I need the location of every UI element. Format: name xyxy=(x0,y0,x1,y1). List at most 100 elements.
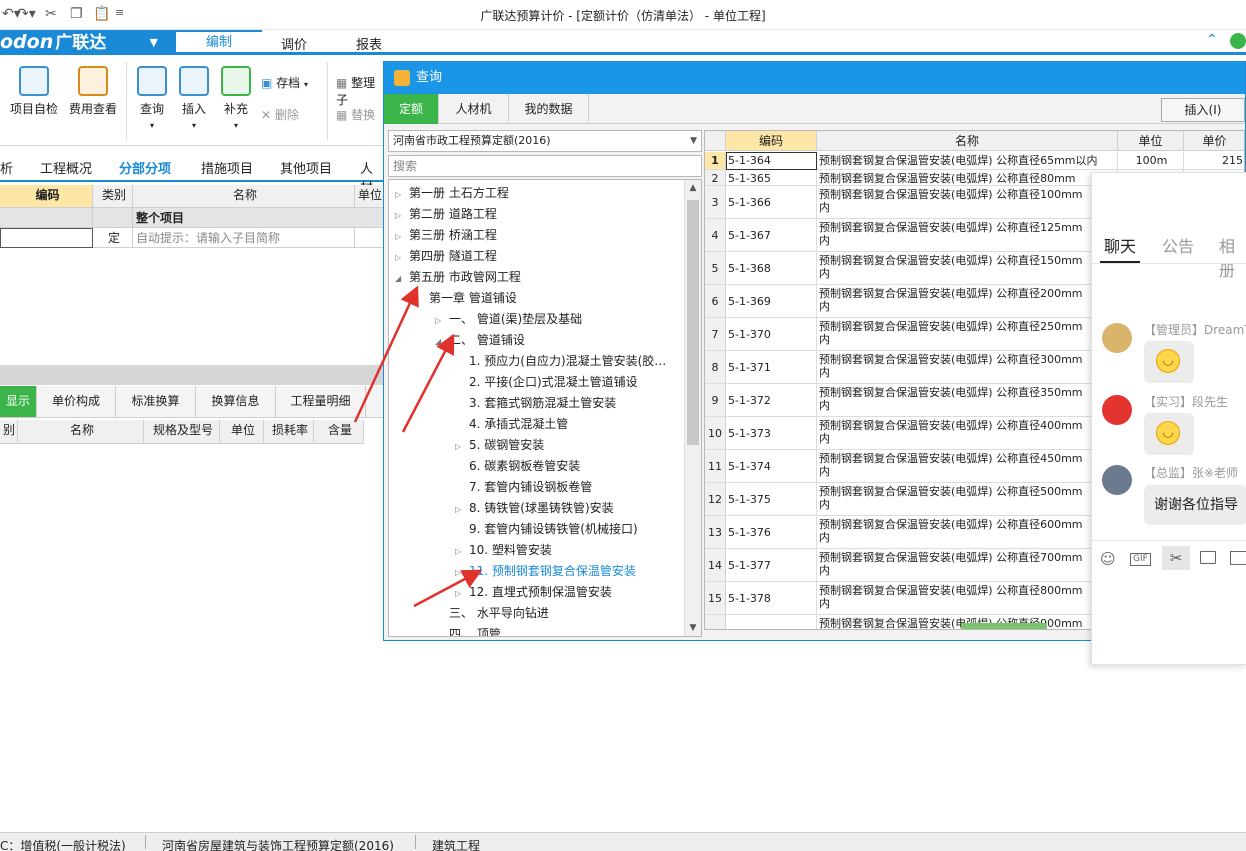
quota-name-cell[interactable]: 预制钢套钢复合保温管安装(电弧焊) 公称直径300mm 内 xyxy=(817,351,1118,384)
chat-tab-album[interactable]: 相册 xyxy=(1219,233,1246,281)
row-number[interactable]: 14 xyxy=(705,549,726,582)
tree-node[interactable]: ◢ 二、 管道铺设 xyxy=(435,331,525,348)
online-status-icon[interactable] xyxy=(1230,33,1246,49)
tree-node[interactable]: ◢ 第五册 市政管网工程 xyxy=(395,268,521,285)
grid-header-unit[interactable]: 单位 xyxy=(355,185,385,208)
code-input[interactable] xyxy=(0,228,93,248)
expand-triangle-icon[interactable]: ▷ xyxy=(435,316,449,325)
folder-icon[interactable] xyxy=(1200,551,1216,564)
quota-name-cell[interactable]: 预制钢套钢复合保温管安装(电弧焊) 公称直径80mm xyxy=(817,170,1118,186)
row-number[interactable]: 12 xyxy=(705,483,726,516)
quota-name-cell[interactable]: 预制钢套钢复合保温管安装(电弧焊) 公称直径250mm 内 xyxy=(817,318,1118,351)
expand-triangle-icon[interactable]: ▷ xyxy=(455,442,469,451)
tree-node[interactable]: 4. 承插式混凝土管 xyxy=(455,415,568,432)
delete-button[interactable]: ✕ 删除 xyxy=(261,106,299,123)
tree-node[interactable]: 第一章 管道铺设 xyxy=(415,289,517,306)
tab-labor-material-machine[interactable]: 人材机 xyxy=(439,94,509,124)
row-number[interactable]: 2 xyxy=(705,170,726,186)
quota-name-cell[interactable]: 预制钢套钢复合保温管安装(电弧焊) 公称直径700mm 内 xyxy=(817,549,1118,582)
menu-tab-edit[interactable]: 编制 xyxy=(176,30,262,52)
tree-node[interactable]: 7. 套管内铺设钢板卷管 xyxy=(455,478,592,495)
chat-tab-notice[interactable]: 公告 xyxy=(1162,233,1194,257)
quota-name-cell[interactable]: 预制钢套钢复合保温管安装(电弧焊) 公称直径125mm 内 xyxy=(817,219,1118,252)
scroll-down-icon[interactable]: ▼ xyxy=(685,620,701,636)
tab-overview[interactable]: 工程概况 xyxy=(40,158,92,177)
unit-cell[interactable]: 100m xyxy=(1118,152,1184,170)
quota-code-cell[interactable] xyxy=(726,615,817,629)
grid-header-name[interactable]: 名称 xyxy=(133,185,355,208)
tab-my-data[interactable]: 我的数据 xyxy=(509,94,589,124)
quota-code-cell[interactable]: 5-1-378 xyxy=(726,582,817,615)
tree-node[interactable]: ▷ 8. 铸铁管(球墨铸铁管)安装 xyxy=(455,499,614,516)
tree-scrollbar[interactable]: ▲ ▼ xyxy=(684,180,701,636)
row-number[interactable]: 5 xyxy=(705,252,726,285)
avatar[interactable] xyxy=(1102,465,1132,495)
tree-node[interactable]: ▷ 第二册 道路工程 xyxy=(395,205,497,222)
row-number[interactable]: 7 xyxy=(705,318,726,351)
grid-cell[interactable] xyxy=(355,228,385,248)
quota-code-cell[interactable]: 5-1-377 xyxy=(726,549,817,582)
grid-header-type[interactable]: 类别 xyxy=(93,185,133,208)
quota-name-cell[interactable]: 预制钢套钢复合保温管安装(电弧焊) 公称直径200mm 内 xyxy=(817,285,1118,318)
row-number[interactable]: 11 xyxy=(705,450,726,483)
app-logo[interactable]: odon 广联达 ▼ xyxy=(0,30,176,55)
quota-code-cell[interactable]: 5-1-370 xyxy=(726,318,817,351)
horizontal-scroll-thumb[interactable] xyxy=(961,623,1047,629)
tree-node[interactable]: 1. 预应力(自应力)混凝土管安装(胶… xyxy=(455,352,666,369)
scroll-thumb[interactable] xyxy=(687,200,699,445)
quota-code-cell[interactable]: 5-1-372 xyxy=(726,384,817,417)
tab-measures[interactable]: 措施项目 xyxy=(201,158,253,177)
collapse-icon[interactable]: ⌃ xyxy=(1206,32,1218,48)
tree-node[interactable]: ▷ 11. 预制钢套钢复合保温管安装 xyxy=(455,562,636,579)
tree-node[interactable]: 三、 水平导向钻进 xyxy=(435,604,549,621)
expand-triangle-icon[interactable]: ▷ xyxy=(395,211,409,220)
expand-triangle-icon[interactable]: ◢ xyxy=(395,274,409,283)
emoji-icon[interactable]: ☺ xyxy=(1100,550,1116,568)
expand-triangle-icon[interactable]: ▷ xyxy=(455,589,469,598)
quota-code-cell[interactable]: 5-1-374 xyxy=(726,450,817,483)
quota-name-cell[interactable]: 预制钢套钢复合保温管安装(电弧焊) 公称直径600mm 内 xyxy=(817,516,1118,549)
tree-node[interactable]: ▷ 12. 直埋式预制保温管安装 xyxy=(455,583,612,600)
tab-analysis[interactable]: 析 xyxy=(0,158,13,177)
splitter[interactable] xyxy=(0,365,385,385)
row-number[interactable]: 3 xyxy=(705,186,726,219)
row-number[interactable] xyxy=(705,615,726,629)
row-number[interactable]: 10 xyxy=(705,417,726,450)
dialog-title-bar[interactable]: 查询 xyxy=(384,62,1245,94)
grid-cell[interactable] xyxy=(0,208,93,228)
tree-node[interactable]: ▷ 第四册 隧道工程 xyxy=(395,247,497,264)
tree-node[interactable]: ▷ 10. 塑料管安装 xyxy=(455,541,552,558)
quota-code-cell[interactable]: 5-1-365 xyxy=(726,170,817,186)
row-number[interactable]: 9 xyxy=(705,384,726,417)
image-icon[interactable] xyxy=(1230,551,1246,565)
tree-node[interactable]: ▷ 5. 碳钢管安装 xyxy=(455,436,544,453)
col-header-name[interactable]: 名称 xyxy=(18,420,144,444)
quota-code-cell[interactable]: 5-1-375 xyxy=(726,483,817,516)
quota-code-cell[interactable]: 5-1-373 xyxy=(726,417,817,450)
quota-name-cell[interactable]: 预制钢套钢复合保温管安装(电弧焊) 公称直径450mm 内 xyxy=(817,450,1118,483)
row-number[interactable]: 8 xyxy=(705,351,726,384)
col-header-unit[interactable]: 单位 xyxy=(220,420,264,444)
row-number[interactable]: 1 xyxy=(705,152,726,170)
col-header-type[interactable]: 别 xyxy=(0,420,18,444)
grid-row-whole-project[interactable]: 整个项目 xyxy=(133,208,385,228)
row-number[interactable]: 4 xyxy=(705,219,726,252)
expand-triangle-icon[interactable]: ▷ xyxy=(455,547,469,556)
quota-name-cell[interactable]: 预制钢套钢复合保温管安装(电弧焊) 公称直径400mm 内 xyxy=(817,417,1118,450)
chat-tab-chat[interactable]: 聊天 xyxy=(1104,233,1136,257)
table-header-code[interactable]: 编码 xyxy=(726,131,817,151)
col-header-content[interactable]: 含量 xyxy=(314,420,364,444)
tree-node[interactable]: 9. 套管内铺设铸铁管(机械接口) xyxy=(455,520,638,537)
project-check-button[interactable]: 项目自检 xyxy=(8,66,60,117)
expand-triangle-icon[interactable]: ◢ xyxy=(435,337,449,346)
quota-code-cell[interactable]: 5-1-367 xyxy=(726,219,817,252)
quota-name-cell[interactable]: 预制钢套钢复合保温管安装(电弧焊) 公称直径800mm 内 xyxy=(817,582,1118,615)
grid-hint-cell[interactable]: 自动提示：请输入子目简称 xyxy=(133,228,355,248)
scissors-icon[interactable]: ✂ xyxy=(1162,546,1190,570)
tab-unit-price[interactable]: 单价构成 xyxy=(37,386,116,417)
organize-button[interactable]: ▦ 整理子 xyxy=(336,74,385,108)
save-button[interactable]: ▣ 存档 ▾ xyxy=(261,74,308,91)
avatar[interactable] xyxy=(1102,323,1132,353)
expand-triangle-icon[interactable]: ▷ xyxy=(455,505,469,514)
tree-node[interactable]: 3. 套箍式钢筋混凝土管安装 xyxy=(455,394,616,411)
